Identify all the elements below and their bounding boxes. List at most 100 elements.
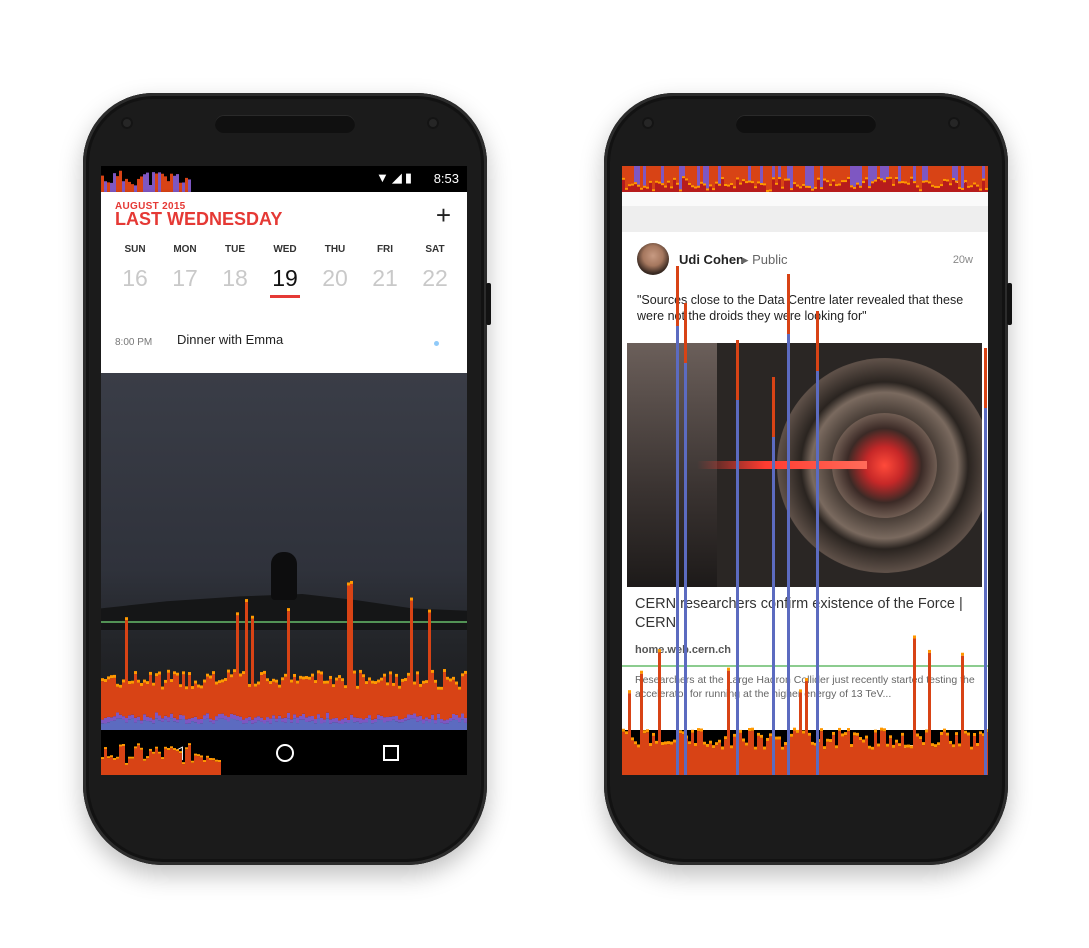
event-title[interactable]: Dinner with Emma (177, 332, 283, 347)
post-text: "Sources close to the Data Centre later … (637, 293, 964, 323)
day-mon[interactable]: MON 17 (160, 244, 210, 298)
recents-icon[interactable] (383, 745, 399, 761)
day-name: SUN (124, 244, 146, 255)
recents-icon[interactable] (904, 745, 920, 761)
profile-bar (110, 182, 113, 192)
background-photo: → ⋮ (101, 373, 467, 730)
day-name: THU (324, 244, 346, 255)
link-image (627, 343, 982, 587)
image-laser-beam (697, 461, 867, 469)
post-visibility: ▸ Public (742, 252, 788, 267)
profile-bar (125, 178, 128, 192)
profile-bar (116, 176, 119, 192)
profile-bar (149, 185, 152, 192)
profile-bar (134, 185, 137, 192)
profile-bar (143, 174, 146, 192)
week-strip: SUN 16 MON 17 TUE 18 WED 19 THU 20 FRI 21 SAT 22 (110, 244, 460, 298)
earpiece-speaker (215, 115, 355, 133)
profile-bar (131, 184, 134, 192)
day-number: 19 (272, 265, 298, 291)
day-tue[interactable]: TUE 18 (210, 244, 260, 298)
calendar-title: LAST WEDNESDAY (115, 209, 283, 229)
arrow-icon[interactable]: → (115, 697, 133, 718)
proximity-sensor (642, 117, 654, 129)
post-age: 20w (952, 254, 973, 266)
right-phone: 8:57 Udi Cohen ▸ Public 20w "Sources clo… (604, 93, 1012, 865)
event-time: 8:00 PM (115, 337, 153, 348)
day-name: FRI (376, 244, 394, 255)
back-icon[interactable]: ◁ (690, 742, 704, 762)
list-top (622, 192, 988, 206)
home-icon[interactable] (797, 744, 815, 762)
profile-bar (188, 179, 191, 192)
day-name: SAT (425, 244, 445, 255)
day-number: 17 (172, 265, 198, 291)
calendar-card: AUGUST 2015 LAST WEDNESDAY + SUN 16 MON 17 T… (101, 192, 467, 373)
profile-bar (119, 170, 122, 192)
profile-bar (101, 175, 104, 192)
day-number: 18 (222, 265, 248, 291)
profile-bar (140, 176, 143, 192)
status-bar: 8:57 (622, 166, 988, 192)
profile-bar (167, 181, 170, 192)
post-card[interactable]: Udi Cohen ▸ Public 20w "Sources close to… (622, 232, 988, 700)
day-number: 20 (322, 265, 348, 291)
day-name: WED (273, 244, 297, 255)
day-sat[interactable]: SAT 22 (410, 244, 460, 298)
profile-bar (113, 173, 116, 192)
profile-bar (158, 172, 161, 192)
profile-bar (170, 173, 173, 192)
event-color-dot (434, 341, 439, 346)
proximity-sensor (121, 117, 133, 129)
more-icon[interactable]: ⋮ (431, 699, 449, 720)
profile-bar (152, 172, 155, 192)
earpiece-speaker (736, 115, 876, 133)
post-author[interactable]: Udi Cohen (679, 252, 744, 267)
home-icon[interactable] (276, 744, 294, 762)
status-time: 8:53 (433, 171, 459, 186)
day-number: 22 (422, 265, 448, 291)
link-title[interactable]: CERN researchers confirm existence of th… (635, 595, 975, 633)
profile-bar (155, 173, 158, 192)
profile-bar (122, 181, 125, 192)
profile-bar (176, 174, 179, 192)
list-divider (622, 206, 988, 232)
profile-bar (107, 182, 110, 192)
add-event-button[interactable]: + (436, 202, 451, 228)
avatar[interactable] (637, 243, 669, 275)
profile-bar (173, 175, 176, 192)
front-camera (427, 117, 439, 129)
profile-bar (137, 178, 140, 192)
gpu-profile-statusbar-overlay (101, 170, 191, 192)
link-description: Researchers at the Large Hadron Collider… (635, 674, 975, 700)
profile-bar (185, 177, 188, 192)
profile-bar (179, 182, 182, 192)
profile-bar (161, 173, 164, 192)
day-sun[interactable]: SUN 16 (110, 244, 160, 298)
power-button[interactable] (1007, 283, 1012, 325)
left-screen: ▼◢▮ 8:53 AUGUST 2015 LAST WEDNESDAY + SU… (101, 166, 467, 775)
navigation-bar: ◁ (101, 730, 467, 775)
day-number: 21 (372, 265, 398, 291)
day-name: MON (173, 244, 197, 255)
front-camera (948, 117, 960, 129)
left-phone: ▼◢▮ 8:53 AUGUST 2015 LAST WEDNESDAY + SU… (83, 93, 491, 865)
day-thu[interactable]: THU 20 (310, 244, 360, 298)
day-wed[interactable]: WED 19 (260, 244, 310, 298)
day-fri[interactable]: FRI 21 (360, 244, 410, 298)
status-icons: ▼◢▮ (375, 170, 415, 185)
link-preview[interactable]: CERN researchers confirm existence of th… (627, 343, 982, 700)
profile-bar (104, 181, 107, 192)
navigation-bar: ◁ (622, 730, 988, 775)
power-button[interactable] (486, 283, 491, 325)
selected-day-underline (270, 295, 300, 298)
profile-bar (182, 182, 185, 192)
profile-bar (146, 172, 149, 192)
day-name: TUE (225, 244, 245, 255)
link-domain: home.web.cern.ch (635, 644, 731, 656)
profile-bar (128, 181, 131, 192)
right-screen: 8:57 Udi Cohen ▸ Public 20w "Sources clo… (622, 166, 988, 775)
back-icon[interactable]: ◁ (169, 742, 183, 762)
person-silhouette (271, 552, 297, 600)
status-time: 8:57 (954, 171, 980, 186)
